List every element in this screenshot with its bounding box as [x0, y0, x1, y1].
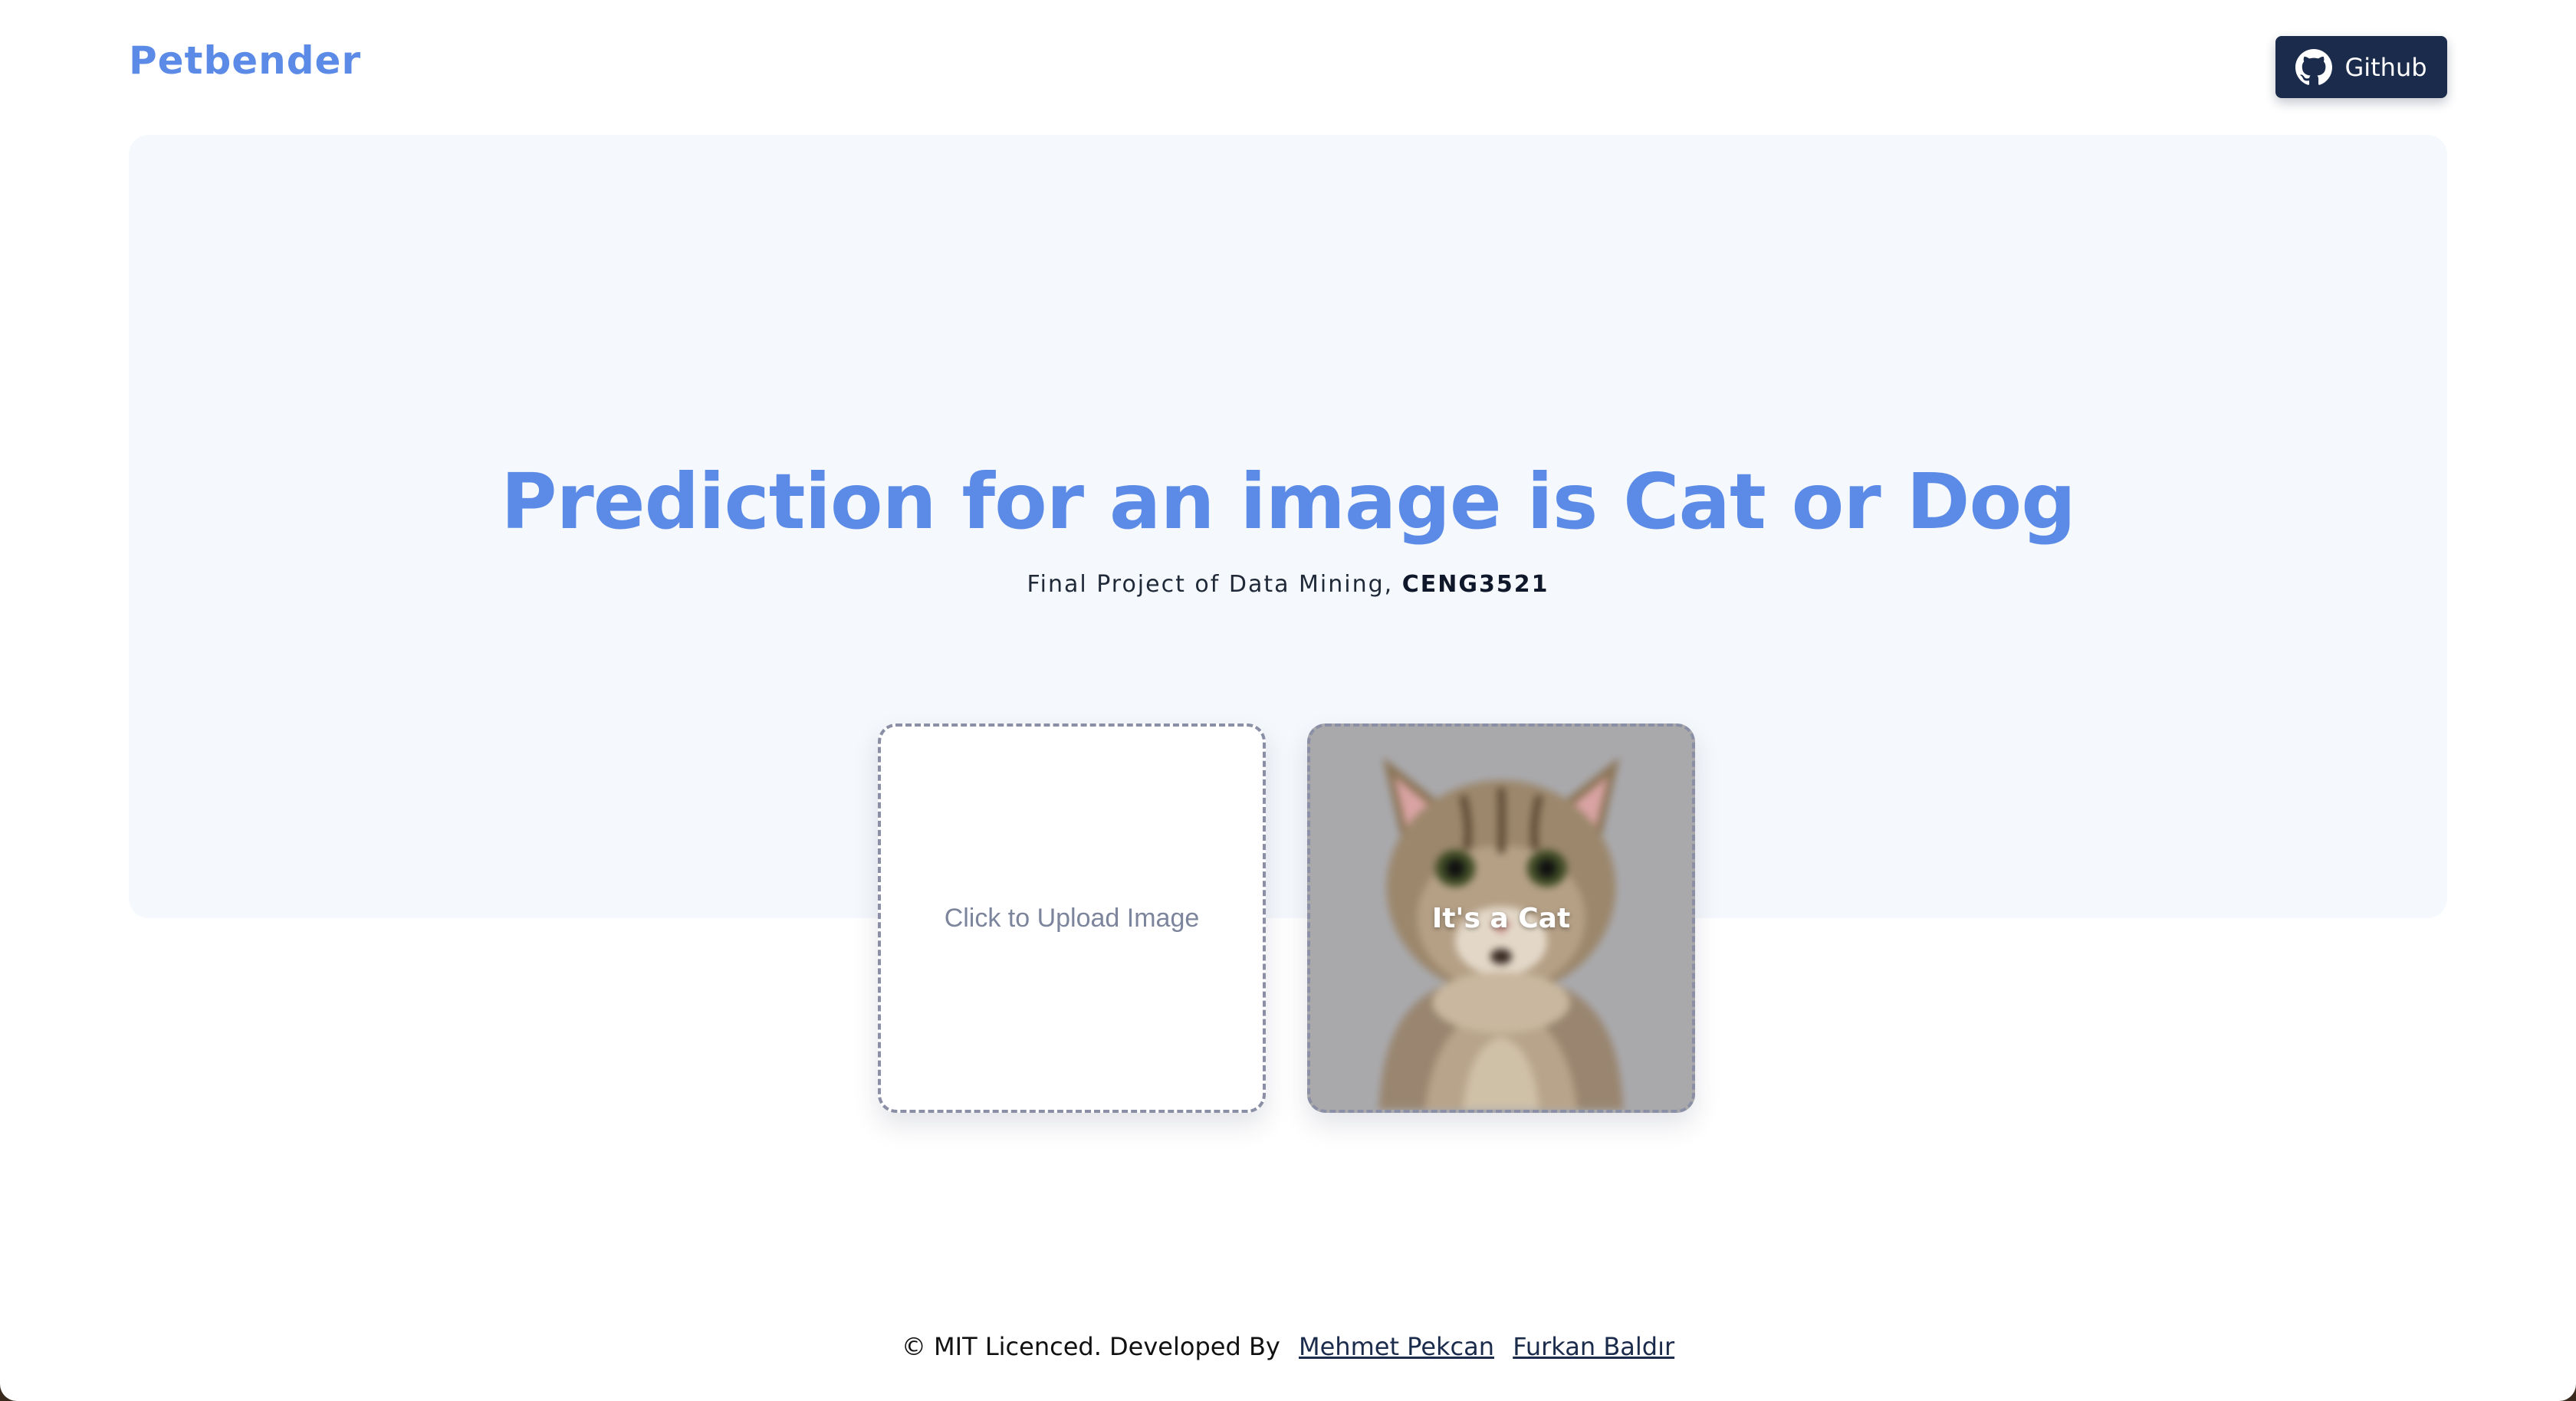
upload-dropzone[interactable]: Click to Upload Image — [878, 723, 1266, 1113]
github-button[interactable]: Github — [2275, 36, 2447, 98]
prediction-result-card: It's a Cat — [1307, 723, 1695, 1113]
github-icon — [2295, 48, 2333, 85]
browser-window: Petbender Github Prediction for an image… — [0, 0, 2576, 1401]
author-link-mehmet-pekcan[interactable]: Mehmet Pekcan — [1299, 1332, 1494, 1361]
prediction-label: It's a Cat — [1431, 902, 1571, 934]
footer-text: © MIT Licenced. Developed By — [901, 1332, 1280, 1361]
footer: © MIT Licenced. Developed By Mehmet Pekc… — [0, 1332, 2576, 1361]
brand-logo[interactable]: Petbender — [129, 38, 361, 83]
author-link-furkan-baldir[interactable]: Furkan Baldır — [1513, 1332, 1674, 1361]
course-code: CENG3521 — [1401, 571, 1549, 598]
page-subtitle: Final Project of Data Mining, CENG3521 — [0, 571, 2576, 598]
subtitle-text: Final Project of Data Mining, — [1027, 571, 1402, 598]
page-title: Prediction for an image is Cat or Dog — [501, 457, 2076, 546]
github-button-label: Github — [2344, 52, 2427, 82]
upload-label: Click to Upload Image — [944, 903, 1200, 933]
